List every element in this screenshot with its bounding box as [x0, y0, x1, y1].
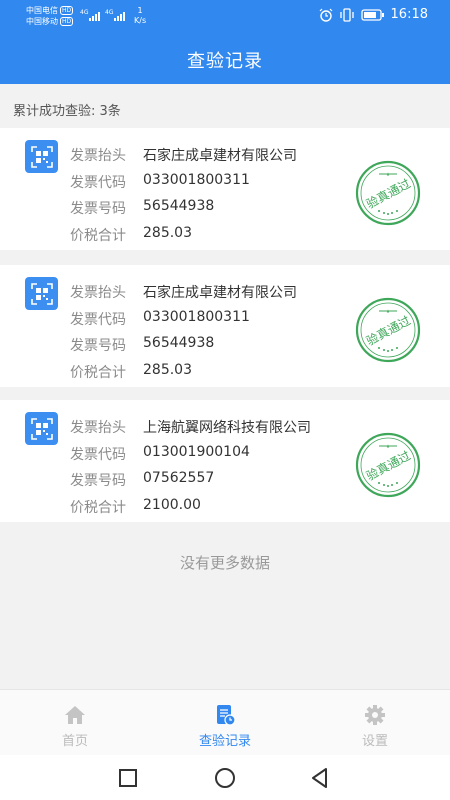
system-nav-bar: [0, 755, 450, 800]
speed-value: 1: [137, 6, 143, 15]
home-button-icon[interactable]: [213, 766, 237, 790]
field-label-number: 发票号码: [70, 201, 126, 217]
qr-code-icon: [25, 277, 58, 310]
field-value-code: 013001900104: [143, 444, 250, 460]
field-value-title: 上海航翼网络科技有限公司: [143, 420, 311, 436]
tab-label: 设置: [361, 734, 388, 749]
stamp-text: 验真通过: [364, 313, 413, 349]
field-label-total: 价税合计: [70, 500, 126, 516]
svg-text:★: ★: [386, 309, 391, 315]
qr-code-icon: [25, 412, 58, 445]
status-bar: 中国电信 HD 中国移动 HD 4G 4G 1 K/s 16:18: [0, 0, 450, 34]
record-card[interactable]: 发票抬头 石家庄成卓建材有限公司发票代码 033001800311 发票号码 56544…: [0, 265, 450, 387]
field-value-total: 285.03: [143, 225, 192, 241]
hd-badge: HD: [60, 17, 74, 26]
tab-bar: 首页 查验记录 设置: [0, 689, 450, 756]
field-value-title: 石家庄成卓建材有限公司: [143, 285, 297, 301]
signal-icon: 4G 4G: [80, 9, 125, 21]
field-value-total: 2100.00: [143, 497, 201, 513]
field-value-number: 56544938: [143, 335, 215, 351]
recent-apps-icon[interactable]: [116, 766, 140, 790]
clock: 16:18: [390, 7, 428, 22]
carrier-1: 中国电信: [26, 6, 58, 15]
net-speed: 1 K/s: [134, 6, 146, 26]
field-label-code: 发票代码: [70, 175, 126, 191]
summary-text: 累计成功查验: 3条: [13, 104, 121, 119]
vibrate-icon: [339, 7, 354, 22]
svg-text:★: ★: [386, 172, 391, 178]
field-value-code: 033001800311: [143, 172, 250, 188]
record-card[interactable]: 发票抬头 上海航翼网络科技有限公司发票代码 013001900104 发票号码 0756…: [0, 400, 450, 522]
field-label-title: 发票抬头: [70, 148, 126, 164]
gear-icon: [365, 705, 385, 725]
home-icon: [65, 706, 85, 724]
field-value-number: 56544938: [143, 198, 215, 214]
tab-label: 首页: [61, 734, 88, 749]
tab-label: 查验记录: [198, 734, 251, 749]
back-icon[interactable]: [308, 766, 332, 790]
tab-home[interactable]: 首页: [0, 690, 150, 756]
app-header: 中国电信 HD 中国移动 HD 4G 4G 1 K/s 16:18 查验记录: [0, 0, 450, 84]
page-title: 查验记录: [187, 51, 263, 72]
carrier-2: 中国移动: [26, 17, 58, 26]
alarm-icon: [319, 8, 332, 22]
field-label-title: 发票抬头: [70, 420, 126, 436]
net-type-1: 4G: [80, 9, 89, 16]
qr-code-icon: [25, 140, 58, 173]
records-icon: [217, 705, 236, 726]
field-label-number: 发票号码: [70, 473, 126, 489]
svg-text:★: ★: [386, 444, 391, 450]
field-value-total: 285.03: [143, 362, 192, 378]
field-label-total: 价税合计: [70, 365, 126, 381]
stamp-text: 验真通过: [364, 176, 413, 212]
record-card[interactable]: 发票抬头 石家庄成卓建材有限公司发票代码 033001800311 发票号码 56544…: [0, 128, 450, 250]
verified-stamp-icon: ★验真通过: [355, 160, 421, 226]
carrier-info: 中国电信 HD 中国移动 HD: [26, 5, 74, 27]
speed-unit: K/s: [134, 16, 147, 25]
field-label-total: 价税合计: [70, 228, 126, 244]
field-label-title: 发票抬头: [70, 285, 126, 301]
hd-badge: HD: [60, 6, 74, 15]
verified-stamp-icon: ★验真通过: [355, 297, 421, 363]
tab-settings[interactable]: 设置: [300, 690, 450, 756]
tab-records[interactable]: 查验记录: [150, 690, 300, 756]
no-more-data: 没有更多数据: [179, 554, 270, 572]
battery-icon: [360, 8, 384, 21]
field-value-number: 07562557: [143, 470, 215, 486]
field-label-code: 发票代码: [70, 312, 126, 328]
field-label-code: 发票代码: [70, 447, 126, 463]
field-value-title: 石家庄成卓建材有限公司: [143, 148, 297, 164]
field-value-code: 033001800311: [143, 309, 250, 325]
verified-stamp-icon: ★验真通过: [355, 432, 421, 498]
stamp-text: 验真通过: [364, 448, 413, 484]
field-label-number: 发票号码: [70, 338, 126, 354]
net-type-2: 4G: [105, 9, 114, 16]
right-status: 16:18: [319, 7, 428, 22]
